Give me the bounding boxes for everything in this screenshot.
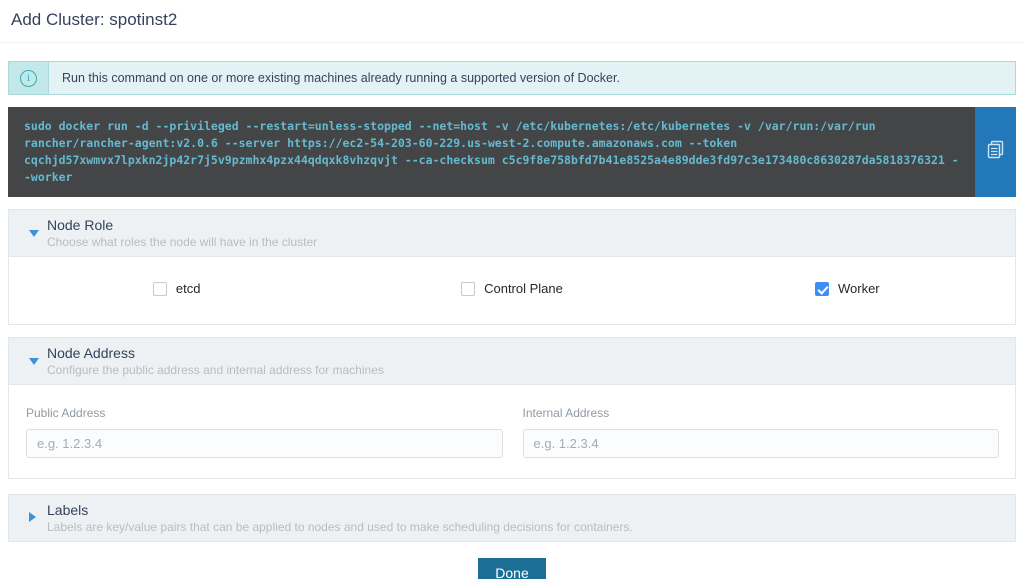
section-node-address-header[interactable]: Node Address Configure the public addres… [9, 338, 1015, 385]
worker-checkbox[interactable] [815, 282, 829, 296]
worker-checkbox-wrap[interactable]: Worker [815, 281, 880, 296]
section-title: Node Role [47, 217, 1003, 234]
section-node-address: Node Address Configure the public addres… [8, 337, 1016, 479]
etcd-checkbox[interactable] [153, 282, 167, 296]
caret-down-icon [29, 230, 39, 237]
section-labels: Labels Labels are key/value pairs that c… [8, 494, 1016, 542]
section-labels-header[interactable]: Labels Labels are key/value pairs that c… [9, 495, 1015, 541]
section-subtitle: Configure the public address and interna… [47, 363, 1003, 377]
add-cluster-form: i Run this command on one or more existi… [0, 61, 1024, 579]
public-address-input[interactable] [26, 429, 503, 458]
done-button[interactable]: Done [478, 558, 545, 579]
public-address-label: Public Address [26, 406, 503, 420]
info-icon: i [20, 70, 37, 87]
control-plane-checkbox-wrap[interactable]: Control Plane [461, 281, 563, 296]
docker-command-block: sudo docker run -d --privileged --restar… [8, 107, 1016, 197]
control-plane-checkbox[interactable] [461, 282, 475, 296]
etcd-checkbox-label: etcd [176, 281, 201, 296]
section-title: Node Address [47, 345, 1003, 362]
role-option-worker: Worker [680, 281, 1015, 296]
node-address-fields: Public Address Internal Address [9, 385, 1015, 478]
clipboard-copy-icon [987, 140, 1005, 164]
internal-address-label: Internal Address [523, 406, 1000, 420]
section-subtitle: Labels are key/value pairs that can be a… [47, 520, 1003, 534]
copy-command-button[interactable] [975, 107, 1016, 197]
page-title: Add Cluster: spotinst2 [0, 0, 1024, 43]
etcd-checkbox-wrap[interactable]: etcd [153, 281, 201, 296]
caret-down-icon [29, 358, 39, 365]
section-node-role: Node Role Choose what roles the node wil… [8, 209, 1016, 325]
form-footer: Done [8, 558, 1016, 579]
internal-address-input[interactable] [523, 429, 1000, 458]
caret-right-icon [29, 512, 36, 522]
control-plane-checkbox-label: Control Plane [484, 281, 563, 296]
info-banner: i Run this command on one or more existi… [8, 61, 1016, 95]
role-option-control-plane: Control Plane [344, 281, 679, 296]
info-banner-message: Run this command on one or more existing… [49, 62, 620, 94]
worker-checkbox-label: Worker [838, 281, 880, 296]
section-node-role-header[interactable]: Node Role Choose what roles the node wil… [9, 210, 1015, 257]
info-banner-icon-cell: i [9, 62, 49, 94]
role-option-etcd: etcd [9, 281, 344, 296]
docker-command-text: sudo docker run -d --privileged --restar… [8, 107, 975, 197]
section-subtitle: Choose what roles the node will have in … [47, 235, 1003, 249]
public-address-field-group: Public Address [26, 406, 503, 458]
section-title: Labels [47, 502, 1003, 519]
internal-address-field-group: Internal Address [523, 406, 1000, 458]
node-role-options: etcd Control Plane Worker [9, 257, 1015, 324]
